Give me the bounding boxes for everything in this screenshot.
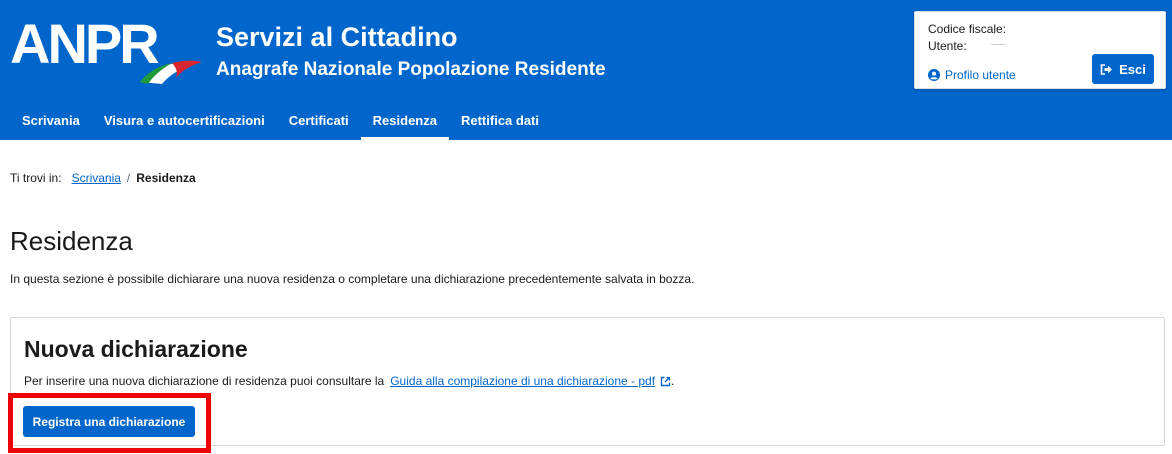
logout-label: Esci (1119, 61, 1146, 77)
sign-out-icon (1100, 63, 1113, 75)
page-description: In questa sezione è possibile dichiarare… (10, 272, 695, 286)
external-link-icon (660, 376, 671, 387)
register-declaration-button[interactable]: Registra una dichiarazione (23, 406, 195, 437)
breadcrumb-current: Residenza (136, 171, 196, 185)
nav-item-rettifica[interactable]: Rettifica dati (449, 104, 551, 140)
profile-link[interactable]: Profilo utente (928, 68, 1016, 82)
page-title: Residenza (10, 226, 133, 256)
user-circle-icon (928, 69, 940, 81)
site-subtitle: Anagrafe Nazionale Popolazione Residente (216, 59, 606, 80)
breadcrumb-prefix: Ti trovi in: (10, 171, 62, 185)
nav-item-certificati[interactable]: Certificati (277, 104, 361, 140)
breadcrumb-link-scrivania[interactable]: Scrivania (72, 171, 121, 185)
breadcrumb: Ti trovi in: Scrivania / Residenza (10, 171, 196, 185)
main-nav: Scrivania Visura e autocertificazioni Ce… (10, 104, 551, 140)
nav-item-scrivania[interactable]: Scrivania (10, 104, 92, 140)
register-declaration-label: Registra una dichiarazione (32, 414, 186, 429)
card-text-body: Per inserire una nuova dichiarazione di … (24, 374, 385, 388)
card-text: Per inserire una nuova dichiarazione di … (24, 374, 674, 388)
guide-pdf-link[interactable]: Guida alla compilazione di una dichiaraz… (390, 374, 671, 388)
card-title: Nuova dichiarazione (24, 336, 248, 362)
anpr-logo[interactable]: ANPR (10, 12, 202, 86)
codice-fiscale-label: Codice fiscale: (928, 22, 1007, 36)
guide-pdf-link-label: Guida alla compilazione di una dichiaraz… (390, 374, 656, 388)
nav-item-residenza[interactable]: Residenza (360, 104, 449, 140)
card-text-suffix: . (671, 374, 675, 388)
utente-value-redacted (991, 44, 1005, 45)
italian-flag-swoosh-icon (140, 60, 202, 84)
profile-link-label: Profilo utente (945, 68, 1016, 82)
logo-text: ANPR (10, 12, 160, 75)
logout-button[interactable]: Esci (1092, 54, 1154, 84)
header: ANPR Servizi al Cittadino Anagrafe Nazio… (0, 0, 1172, 140)
site-title: Servizi al Cittadino (216, 22, 458, 52)
utente-label: Utente: (928, 39, 967, 53)
nav-item-visura[interactable]: Visura e autocertificazioni (92, 104, 277, 140)
user-info-box: Codice fiscale: Utente: Profilo utente E… (914, 11, 1166, 89)
breadcrumb-separator: / (126, 171, 131, 185)
